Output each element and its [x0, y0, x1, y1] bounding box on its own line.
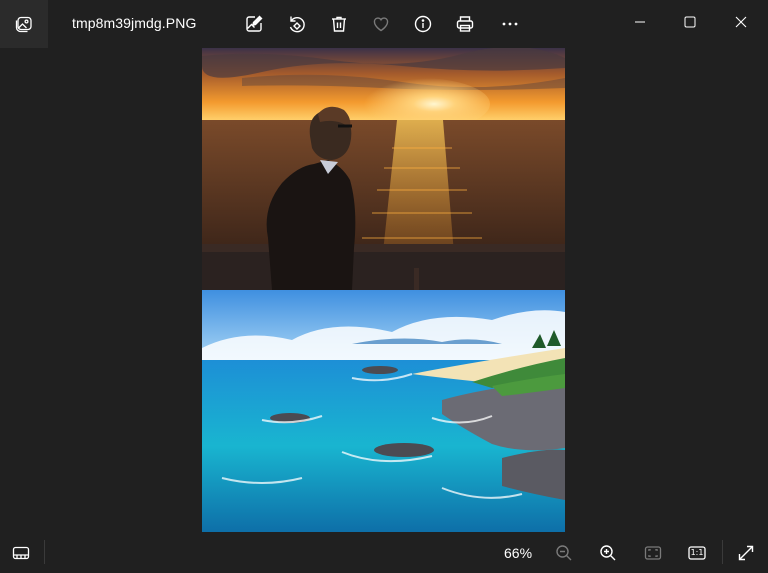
- bottom-divider: [44, 540, 45, 564]
- zoom-out-icon: [554, 543, 574, 563]
- file-name: tmp8m39jmdg.PNG: [72, 15, 197, 31]
- bottom-bar: 66% 1:1: [0, 532, 768, 573]
- favorite-button[interactable]: [365, 8, 397, 40]
- gallery-button[interactable]: [0, 0, 48, 48]
- favorite-icon: [371, 14, 391, 34]
- bottom-divider-right: [722, 540, 723, 564]
- minimize-icon: [634, 16, 646, 28]
- more-icon: [500, 14, 520, 34]
- maximize-button[interactable]: [667, 0, 713, 44]
- rotate-icon: [287, 14, 307, 34]
- actual-size-button[interactable]: 1:1: [681, 537, 713, 569]
- coastal-cliff-scene: [202, 290, 565, 532]
- rotate-button[interactable]: [281, 8, 313, 40]
- actual-size-icon: 1:1: [687, 543, 707, 563]
- close-icon: [735, 16, 747, 28]
- fit-to-window-icon: [643, 543, 663, 563]
- info-icon: [413, 14, 433, 34]
- print-icon: [455, 14, 475, 34]
- print-button[interactable]: [449, 8, 481, 40]
- close-button[interactable]: [718, 0, 764, 44]
- gallery-icon: [15, 15, 33, 33]
- title-bar: tmp8m39jmdg.PNG: [0, 0, 768, 48]
- sunset-man-scene: [202, 48, 565, 290]
- zoom-out-button[interactable]: [548, 537, 580, 569]
- delete-button[interactable]: [323, 8, 355, 40]
- actual-size-label: 1:1: [690, 548, 704, 557]
- maximize-icon: [684, 16, 696, 28]
- filmstrip-icon: [11, 543, 31, 563]
- fit-to-window-button[interactable]: [637, 537, 669, 569]
- full-screen-icon: [736, 543, 756, 563]
- zoom-level: 66%: [504, 545, 533, 561]
- edit-image-icon: [244, 14, 264, 34]
- image-viewport[interactable]: [0, 48, 768, 532]
- more-button[interactable]: [494, 8, 526, 40]
- filmstrip-button[interactable]: [5, 537, 37, 569]
- delete-icon: [329, 14, 349, 34]
- info-button[interactable]: [407, 8, 439, 40]
- displayed-image[interactable]: [202, 48, 565, 532]
- zoom-in-icon: [598, 543, 618, 563]
- full-screen-button[interactable]: [730, 537, 762, 569]
- zoom-in-button[interactable]: [592, 537, 624, 569]
- minimize-button[interactable]: [617, 0, 663, 44]
- edit-image-button[interactable]: [238, 8, 270, 40]
